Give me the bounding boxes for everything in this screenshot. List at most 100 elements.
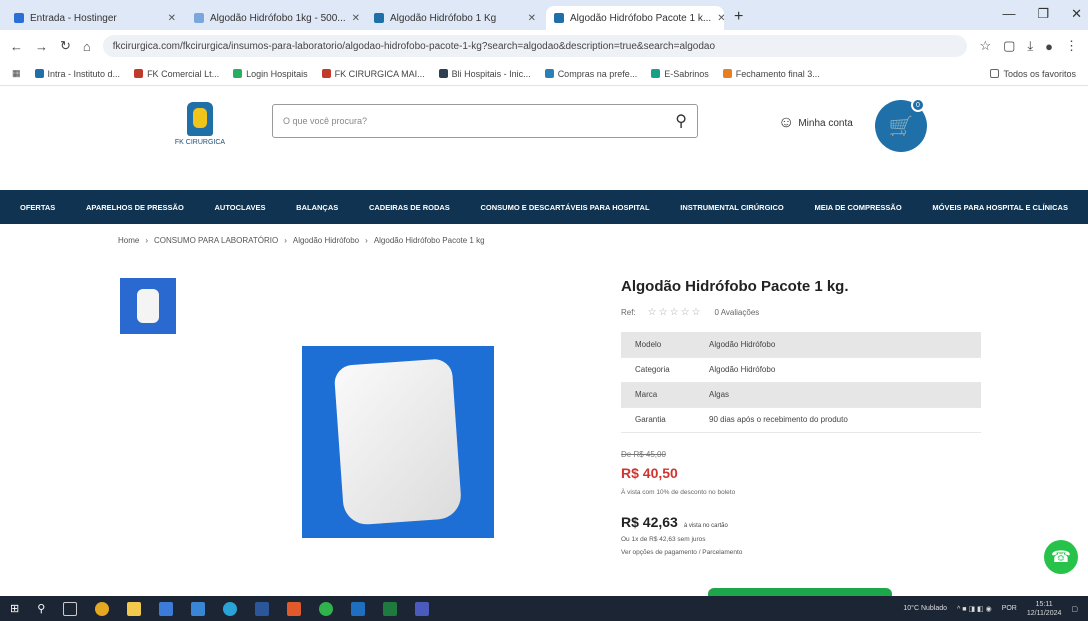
nav-item-moveis-hospital[interactable]: MÓVEIS PARA HOSPITAL E CLÍNICAS (932, 203, 1068, 212)
browser-tab-2[interactable]: Algodão Hidrófobo 1kg - 500... ✕ (186, 6, 364, 30)
edge-icon[interactable] (223, 601, 238, 616)
close-tab-icon[interactable]: ✕ (168, 13, 176, 24)
old-price: De R$ 45,00 (621, 450, 666, 459)
bookmark-item[interactable]: Bli Hospitais - Inic... (438, 69, 531, 79)
whatsapp-icon[interactable]: ☎ (1044, 540, 1078, 574)
teams-icon[interactable] (415, 601, 430, 616)
file-explorer-icon[interactable] (127, 601, 142, 616)
site-logo[interactable]: FK CIRURGICA (160, 102, 240, 154)
cotton-bag-image (333, 358, 463, 526)
nav-item-meia-compressao[interactable]: MEIA DE COMPRESSÃO (814, 203, 901, 212)
weather-widget[interactable]: 10°C Nublado (903, 605, 947, 612)
search-icon[interactable]: ⚲ (675, 111, 687, 131)
breadcrumb-home[interactable]: Home (118, 236, 139, 245)
breadcrumb: Home › CONSUMO PARA LABORATÓRIO › Algodão … (118, 236, 485, 245)
product-thumbnail[interactable] (120, 278, 176, 334)
bookmark-item[interactable]: FK Comercial Lt... (134, 69, 219, 79)
browser-tab-3[interactable]: Algodão Hidrófobo 1 Kg ✕ (366, 6, 544, 30)
url-text: fkcirurgica.com/fkcirurgica/insumos-para… (112, 40, 716, 52)
whatsapp-app-icon[interactable] (319, 601, 334, 616)
mail-icon[interactable] (191, 601, 206, 616)
back-icon[interactable]: ← (10, 39, 23, 54)
download-icon[interactable]: ⤓ (1027, 38, 1033, 54)
url-field[interactable]: fkcirurgica.com/fkcirurgica/insumos-para… (102, 35, 968, 57)
close-tab-icon[interactable]: ✕ (352, 13, 360, 24)
excel-icon[interactable] (383, 601, 398, 616)
bookmark-favicon-icon (34, 69, 44, 78)
app-icon[interactable] (287, 601, 302, 616)
nav-item-ofertas[interactable]: OFERTAS (20, 203, 55, 212)
spec-key: Marca (621, 382, 695, 408)
chrome-icon[interactable] (95, 601, 110, 616)
payment-options-link[interactable]: Ver opções de pagamento / Parcelamento (621, 549, 742, 556)
tray-icons[interactable]: ^ ■ ◨ ◧ ◉ (957, 605, 992, 613)
browser-tab-1[interactable]: Entrada - Hostinger ✕ (6, 6, 184, 30)
clock[interactable]: 15:11 12/11/2024 (1027, 600, 1062, 618)
tab-label: Entrada - Hostinger (30, 12, 117, 24)
bookmark-item[interactable]: FK CIRURGICA MAI... (321, 69, 425, 79)
card-price-row: R$ 42,63 à vista no cartão (621, 514, 728, 530)
product-ref: Ref: (621, 308, 636, 317)
table-row: Modelo Algodão Hidrófobo (621, 332, 981, 358)
menu-icon[interactable]: ⋮ (1065, 38, 1078, 54)
language-indicator[interactable]: POR (1002, 605, 1017, 612)
word-icon[interactable] (255, 601, 270, 616)
all-bookmarks-button[interactable]: Todos os favoritos (990, 69, 1076, 79)
table-row: Categoria Algodão Hidrófobo (621, 357, 981, 383)
breadcrumb-subcategory[interactable]: Algodão Hidrófobo (293, 236, 359, 245)
nav-item-autoclaves[interactable]: AUTOCLAVES (214, 203, 265, 212)
profile-icon[interactable]: ● (1045, 39, 1053, 54)
search-icon[interactable]: ⚲ (37, 602, 45, 615)
breadcrumb-category[interactable]: CONSUMO PARA LABORATÓRIO (154, 236, 278, 245)
cotton-bag-image (137, 289, 159, 323)
notification-icon[interactable]: ▢ (1071, 605, 1078, 613)
spec-key: Categoria (621, 357, 695, 383)
maximize-icon[interactable]: ❐ (1037, 6, 1049, 22)
nav-item-cadeiras-rodas[interactable]: CADEIRAS DE RODAS (369, 203, 450, 212)
spec-table: Modelo Algodão Hidrófobo Categoria Algodão… (621, 332, 981, 433)
category-nav: OFERTAS APARELHOS DE PRESSÃO AUTOCLAVES … (0, 190, 1088, 224)
nav-item-aparelhos-pressao[interactable]: APARELHOS DE PRESSÃO (86, 203, 184, 212)
breadcrumb-separator-icon: › (145, 236, 149, 245)
minimize-icon[interactable]: — (1002, 6, 1015, 22)
spec-value: Algas (695, 382, 981, 408)
extensions-icon[interactable]: ▢ (1003, 38, 1015, 54)
nav-item-consumo-descartaveis[interactable]: CONSUMO E DESCARTÁVEIS PARA HOSPITAL (481, 203, 650, 212)
account-link[interactable]: ☺ Minha conta (778, 114, 853, 132)
new-tab-button[interactable]: + (734, 8, 743, 26)
system-tray: 10°C Nublado ^ ■ ◨ ◧ ◉ POR 15:11 12/11/2… (903, 600, 1078, 618)
bookmark-item[interactable]: Compras na prefe... (544, 69, 637, 79)
bookmark-favicon-icon (134, 69, 144, 78)
reviews-link[interactable]: 0 Avaliações (715, 308, 760, 317)
nav-item-instrumental[interactable]: INSTRUMENTAL CIRÚRGICO (680, 203, 783, 212)
bookmark-item[interactable]: Fechamento final 3... (722, 69, 820, 79)
bookmark-item[interactable]: Login Hospitais (233, 69, 308, 79)
nav-item-balancas[interactable]: BALANÇAS (296, 203, 338, 212)
apps-grid-icon[interactable]: ▦ (12, 68, 21, 79)
tab-favicon-icon (554, 13, 564, 23)
breadcrumb-separator-icon: › (365, 236, 368, 245)
cart-button[interactable]: 🛒 0 (875, 98, 927, 152)
outlook-icon[interactable] (351, 601, 366, 616)
reload-icon[interactable]: ↻ (60, 38, 71, 54)
bookmark-star-icon[interactable]: ☆ (979, 38, 991, 54)
search-input[interactable]: O que você procura? ⚲ (272, 104, 698, 138)
task-view-icon[interactable] (63, 601, 78, 616)
bookmark-item[interactable]: E-Sabrinos (651, 69, 709, 79)
product-main-image[interactable] (302, 346, 494, 538)
spec-key: Garantia (621, 407, 695, 433)
clock-date: 12/11/2024 (1026, 609, 1062, 617)
start-icon[interactable]: ⊞ (10, 602, 19, 615)
bookmark-item[interactable]: Intra - Instituto d... (34, 69, 120, 79)
close-tab-icon[interactable]: ✕ (528, 13, 536, 24)
close-window-icon[interactable]: ✕ (1071, 6, 1082, 22)
installments-text: Ou 1x de R$ 42,63 sem juros (621, 536, 706, 543)
close-tab-icon[interactable]: ✕ (717, 13, 724, 24)
home-icon[interactable]: ⌂ (83, 39, 91, 54)
store-icon[interactable] (159, 601, 174, 616)
rating-stars-icon[interactable]: ☆☆☆☆☆ (648, 307, 703, 318)
forward-icon[interactable]: → (35, 39, 48, 54)
tab-label: Algodão Hidrófobo Pacote 1 k... (570, 12, 712, 24)
browser-tab-4-active[interactable]: Algodão Hidrófobo Pacote 1 k... ✕ (546, 6, 724, 30)
card-price: R$ 42,63 (621, 514, 678, 530)
